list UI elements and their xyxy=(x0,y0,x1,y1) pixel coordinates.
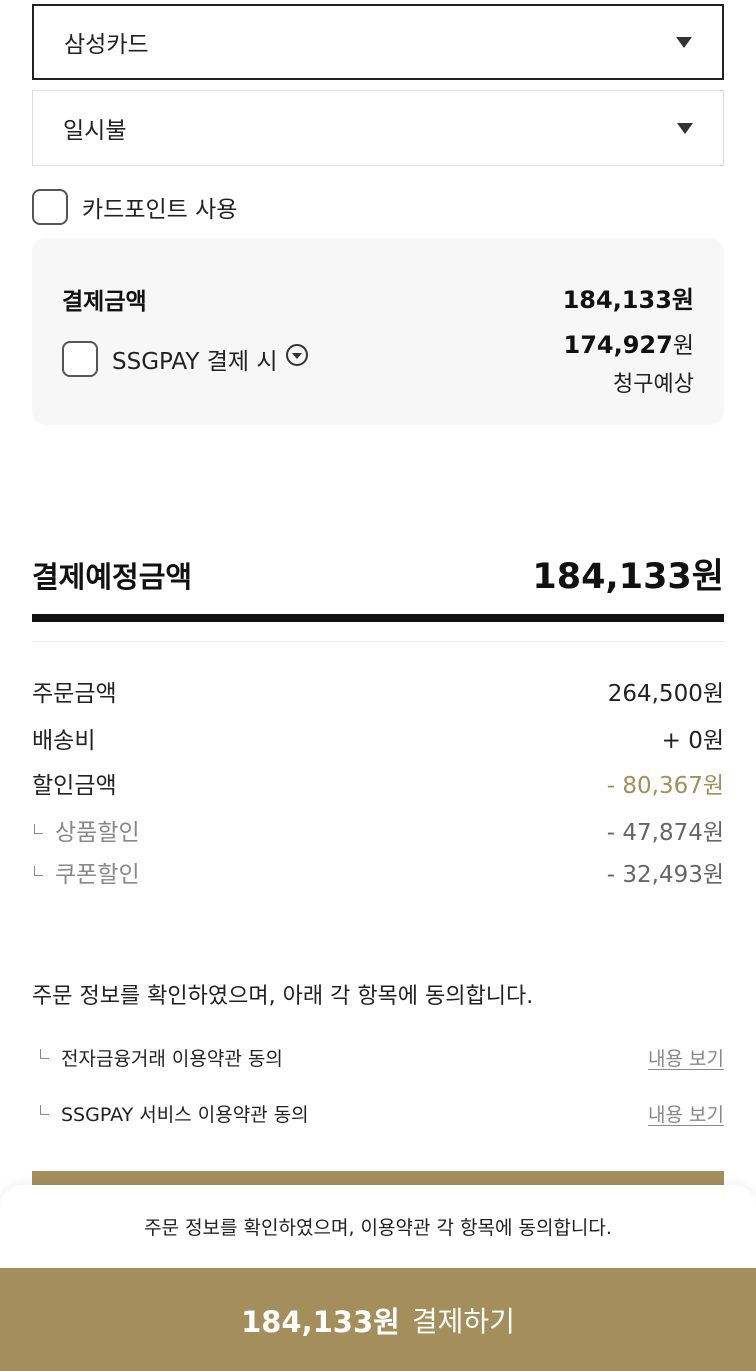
summary-row-coupon-discount: 쿠폰할인 - 32,493원 xyxy=(32,855,724,889)
sub-item-corner-icon xyxy=(34,824,43,834)
ssgpay-option[interactable]: SSGPAY 결제 시 xyxy=(62,341,308,377)
ssgpay-estimate-caption: 청구예상 xyxy=(613,372,694,397)
card-company-select[interactable]: 삼성카드 xyxy=(32,4,724,80)
agreement-text: 주문 정보를 확인하였으며, 아래 각 항목에 동의합니다. xyxy=(32,984,534,1009)
summary-row-value: - 80,367원 xyxy=(606,773,724,799)
term-item: SSGPAY 서비스 이용약관 동의 내용 보기 xyxy=(32,1100,724,1130)
summary-row-value: 264,500원 xyxy=(607,681,724,707)
chevron-circle-down-icon[interactable] xyxy=(285,344,308,366)
sub-item-corner-icon xyxy=(40,1104,49,1115)
ssgpay-label: SSGPAY 결제 시 xyxy=(112,349,278,375)
summary-row-label: 주문금액 xyxy=(32,681,117,707)
chevron-down-icon xyxy=(676,37,692,48)
pay-button[interactable]: 184,133원 결제하기 xyxy=(0,1268,756,1371)
summary-row-value: + 0원 xyxy=(661,728,724,754)
chevron-down-icon xyxy=(677,123,693,134)
summary-row-discount: 할인금액 - 80,367원 xyxy=(32,766,724,800)
summary-row-product-discount: 상품할인 - 47,874원 xyxy=(32,813,724,847)
payment-amount-title: 결제금액 xyxy=(62,289,147,315)
card-point-option[interactable]: 카드포인트 사용 xyxy=(32,189,237,225)
sub-item-corner-icon xyxy=(40,1048,49,1059)
expected-payment-title: 결제예정금액 xyxy=(32,560,193,594)
summary-row-label: 쿠폰할인 xyxy=(55,862,140,888)
pay-button-amount: 184,133원 xyxy=(241,1304,400,1339)
summary-row-value: - 47,874원 xyxy=(606,820,724,846)
divider xyxy=(32,614,724,622)
summary-row-label: 상품할인 xyxy=(55,820,140,846)
card-company-value: 삼성카드 xyxy=(64,32,149,58)
view-terms-link[interactable]: 내용 보기 xyxy=(648,1100,724,1127)
ssgpay-estimate-unit: 원 xyxy=(672,333,694,359)
payment-amount-box: 결제금액 184,133원 SSGPAY 결제 시 174,927원 청구예상 xyxy=(32,238,724,425)
ssgpay-estimate: 174,927원 청구예상 xyxy=(564,326,694,398)
ssgpay-estimate-amount: 174,927 xyxy=(563,331,673,359)
card-point-checkbox[interactable] xyxy=(32,189,68,225)
summary-row-label: 할인금액 xyxy=(32,773,117,799)
pay-button-label: 결제하기 xyxy=(411,1304,515,1338)
term-label: 전자금융거래 이용약관 동의 xyxy=(61,1048,283,1070)
ssgpay-checkbox[interactable] xyxy=(62,341,98,377)
payment-amount-value: 184,133원 xyxy=(562,286,694,314)
summary-row-shipping: 배송비 + 0원 xyxy=(32,721,724,755)
summary-row-order-amount: 주문금액 264,500원 xyxy=(32,674,724,708)
summary-row-label: 배송비 xyxy=(32,728,96,754)
divider xyxy=(32,641,724,642)
view-terms-link[interactable]: 내용 보기 xyxy=(648,1044,724,1071)
card-point-label: 카드포인트 사용 xyxy=(82,197,238,223)
bottom-sheet-notice: 주문 정보를 확인하였으며, 이용약관 각 항목에 동의합니다. xyxy=(144,1217,612,1239)
expected-payment-total: 결제예정금액 184,133원 xyxy=(32,548,724,598)
expected-payment-value: 184,133원 xyxy=(532,557,724,597)
term-label: SSGPAY 서비스 이용약관 동의 xyxy=(61,1104,309,1126)
sub-item-corner-icon xyxy=(34,866,43,876)
installment-value: 일시불 xyxy=(63,118,127,144)
term-item: 전자금융거래 이용약관 동의 내용 보기 xyxy=(32,1044,724,1074)
summary-row-value: - 32,493원 xyxy=(606,862,724,888)
installment-select[interactable]: 일시불 xyxy=(32,90,724,166)
